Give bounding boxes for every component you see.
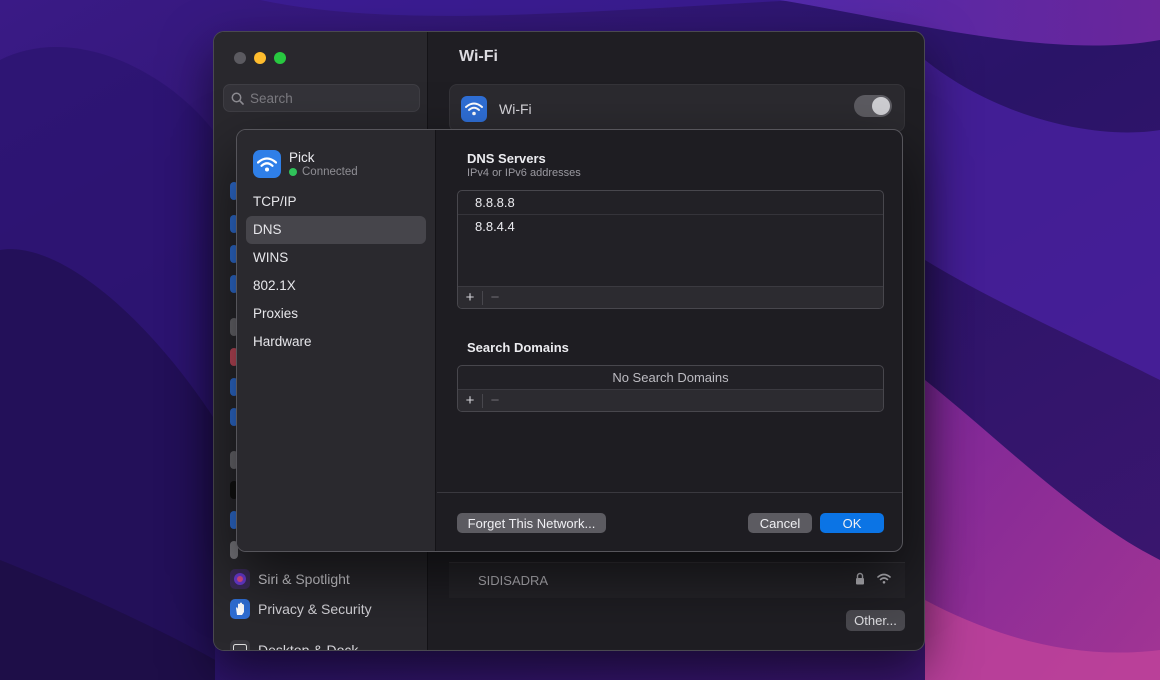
sidebar-item-siri-spotlight[interactable]: Siri & Spotlight (230, 569, 350, 589)
sidebar-item-label: Desktop & Dock (258, 642, 359, 651)
connection-status: Connected (289, 166, 358, 178)
add-dns-server-button[interactable]: + (458, 287, 482, 309)
sheet-sidebar: Pick Connected TCP/IP DNS WINS 802.1X Pr… (237, 130, 436, 551)
network-details-sheet: Pick Connected TCP/IP DNS WINS 802.1X Pr… (236, 129, 903, 552)
dns-settings-panel: DNS Servers IPv4 or IPv6 addresses 8.8.8… (437, 130, 902, 551)
forget-network-button[interactable]: Forget This Network... (457, 513, 606, 533)
dns-servers-list: 8.8.8.8 8.8.4.4 + − (457, 190, 884, 309)
remove-search-domain-button[interactable]: − (483, 390, 507, 412)
dns-servers-title: DNS Servers (467, 151, 546, 166)
dns-list-controls: + − (458, 286, 883, 308)
page-title: Wi-Fi (459, 48, 498, 65)
sidebar-item-privacy-security[interactable]: Privacy & Security (230, 599, 372, 619)
footer-divider (437, 492, 902, 493)
toggle-knob (872, 97, 890, 115)
sidebar-item-desktop-dock[interactable]: Desktop & Dock (230, 640, 359, 651)
connection-status-label: Connected (302, 166, 358, 178)
nav-item-tcpip[interactable]: TCP/IP (246, 188, 426, 216)
siri-icon (230, 569, 250, 589)
close-window-button[interactable] (234, 52, 246, 64)
wifi-icon (461, 96, 487, 122)
search-icon (231, 92, 244, 105)
nav-item-proxies[interactable]: Proxies (246, 300, 426, 328)
cancel-button[interactable]: Cancel (748, 513, 812, 533)
network-header: Pick Connected (253, 150, 358, 178)
nav-item-wins[interactable]: WINS (246, 244, 426, 272)
wifi-toggle-row: Wi-Fi (449, 84, 905, 132)
search-domains-controls: + − (458, 389, 883, 411)
other-network-button[interactable]: Other... (846, 610, 905, 631)
minimize-window-button[interactable] (254, 52, 266, 64)
dns-server-row[interactable]: 8.8.4.4 (458, 215, 883, 239)
search-domains-empty-message: No Search Domains (612, 370, 729, 385)
network-name: Pick (289, 150, 315, 165)
search-domains-title: Search Domains (467, 340, 569, 355)
sidebar-item-label: Privacy & Security (258, 601, 372, 617)
network-name: SIDISADRA (478, 573, 549, 588)
wifi-icon (253, 150, 281, 178)
wifi-row-label: Wi-Fi (499, 101, 532, 117)
nav-item-8021x[interactable]: 802.1X (246, 272, 426, 300)
search-input[interactable] (250, 90, 410, 106)
add-search-domain-button[interactable]: + (458, 390, 482, 412)
network-list-item[interactable]: SIDISADRA (449, 562, 905, 598)
dns-servers-subtitle: IPv4 or IPv6 addresses (467, 167, 581, 179)
window-controls (234, 52, 286, 64)
nav-item-dns[interactable]: DNS (246, 216, 426, 244)
hand-icon (230, 599, 250, 619)
lock-icon (856, 572, 864, 585)
sidebar-search[interactable] (223, 84, 420, 112)
zoom-window-button[interactable] (274, 52, 286, 64)
sheet-navigation: TCP/IP DNS WINS 802.1X Proxies Hardware (246, 188, 426, 356)
sidebar-item-label: Siri & Spotlight (258, 571, 350, 587)
dns-server-row[interactable]: 8.8.8.8 (458, 191, 883, 215)
connected-status-dot (289, 168, 297, 176)
nav-item-hardware[interactable]: Hardware (246, 328, 426, 356)
dock-icon (230, 640, 250, 650)
wifi-toggle[interactable] (854, 95, 892, 117)
wifi-signal-icon (877, 573, 891, 584)
remove-dns-server-button[interactable]: − (483, 287, 507, 309)
search-domains-list: No Search Domains + − (457, 365, 884, 412)
ok-button[interactable]: OK (820, 513, 884, 533)
